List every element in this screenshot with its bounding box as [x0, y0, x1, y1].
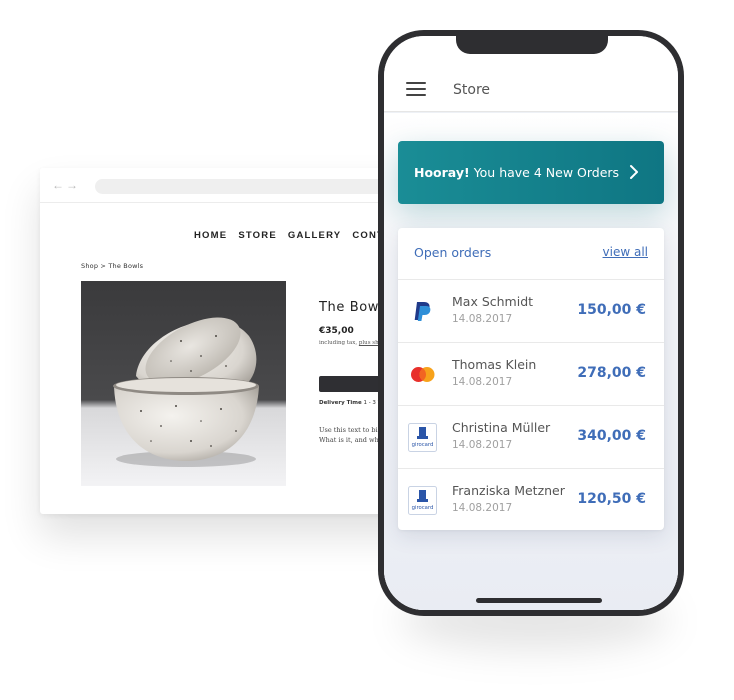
order-row[interactable]: Max Schmidt 14.08.2017 150,00 €	[398, 280, 664, 343]
delivery-time: Delivery Time 1 - 3 We	[319, 400, 386, 406]
arrow-left-icon[interactable]: ←	[52, 179, 64, 191]
order-row[interactable]: girocard Christina Müller 14.08.2017 340…	[398, 406, 664, 469]
site-navigation: HOME STORE GALLERY CONTACT	[194, 230, 406, 241]
chevron-right-icon[interactable]	[626, 163, 642, 181]
tax-note: including tax, plus shi	[319, 340, 380, 346]
description-line: What is it, and wh	[319, 436, 379, 444]
banner-text: Hooray! You have 4 New Orders	[414, 165, 619, 180]
phone-notch	[456, 36, 608, 54]
nav-gallery[interactable]: GALLERY	[288, 230, 341, 241]
order-amount: 150,00 €	[577, 302, 646, 318]
product-description: Use this text to bi What is it, and wh	[319, 425, 379, 445]
girocard-icon: girocard	[408, 486, 437, 515]
bowls-illustration	[113, 317, 259, 467]
tax-note-text: including tax,	[319, 340, 358, 346]
breadcrumb[interactable]: Shop > The Bowls	[81, 262, 143, 270]
view-all-link[interactable]: view all	[603, 245, 648, 259]
open-orders-card: Open orders view all Max Schmidt 14.08.2…	[398, 228, 664, 530]
order-date: 14.08.2017	[452, 502, 513, 514]
customer-name: Thomas Klein	[452, 357, 537, 372]
phone-screen: Store Hooray! You have 4 New Orders Open…	[384, 36, 678, 610]
hamburger-menu-icon[interactable]	[406, 82, 426, 96]
order-row[interactable]: girocard Franziska Metzner 14.08.2017 12…	[398, 469, 664, 532]
customer-name: Max Schmidt	[452, 294, 534, 309]
order-date: 14.08.2017	[452, 439, 513, 451]
order-row[interactable]: Thomas Klein 14.08.2017 278,00 €	[398, 343, 664, 406]
order-date: 14.08.2017	[452, 313, 513, 325]
delivery-label: Delivery Time	[319, 400, 362, 406]
page-title: Store	[453, 82, 491, 98]
order-amount: 120,50 €	[577, 491, 646, 507]
nav-store[interactable]: STORE	[238, 230, 277, 241]
customer-name: Franziska Metzner	[452, 483, 565, 498]
product-image	[81, 281, 286, 486]
address-bar[interactable]	[95, 179, 415, 194]
orders-title: Open orders	[414, 245, 492, 260]
phone-frame: Store Hooray! You have 4 New Orders Open…	[378, 30, 684, 616]
girocard-icon: girocard	[408, 423, 437, 452]
customer-name: Christina Müller	[452, 420, 551, 435]
home-indicator[interactable]	[476, 598, 602, 603]
nav-home[interactable]: HOME	[194, 230, 227, 241]
svg-text:girocard: girocard	[412, 442, 434, 448]
orders-card-header: Open orders view all	[398, 228, 664, 280]
order-date: 14.08.2017	[452, 376, 513, 388]
mastercard-icon	[411, 367, 435, 382]
paypal-icon	[414, 302, 431, 321]
new-orders-banner[interactable]: Hooray! You have 4 New Orders	[398, 141, 664, 204]
order-amount: 278,00 €	[577, 365, 646, 381]
banner-highlight: Hooray!	[414, 165, 470, 180]
description-line: Use this text to bi	[319, 426, 378, 434]
svg-text:girocard: girocard	[412, 505, 434, 511]
arrow-right-icon[interactable]: →	[66, 179, 78, 191]
order-amount: 340,00 €	[577, 428, 646, 444]
banner-message: You have 4 New Orders	[473, 165, 620, 180]
product-price: €35,00	[319, 326, 354, 336]
